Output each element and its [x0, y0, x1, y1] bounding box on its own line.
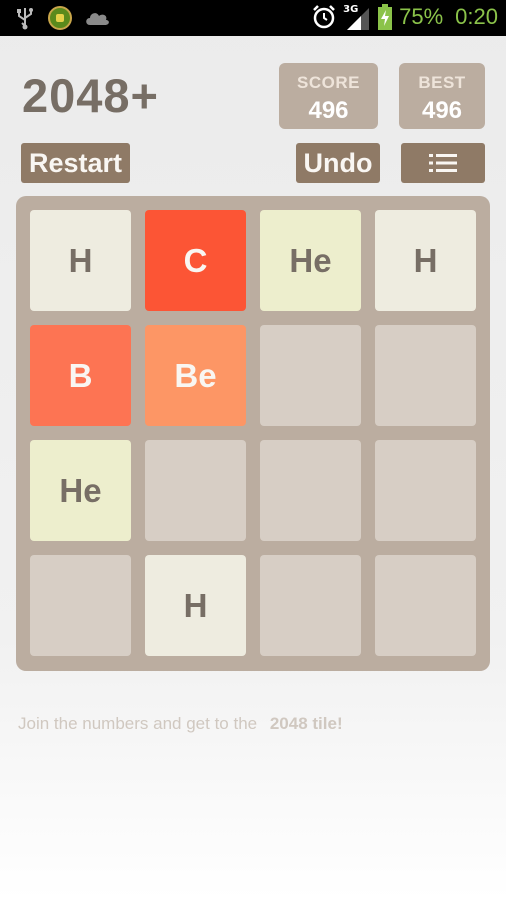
tile: Be — [145, 325, 246, 426]
instructions-main: Join the numbers and get to the — [18, 714, 258, 733]
empty-cell — [260, 325, 361, 426]
best-score-box: BEST 496 — [399, 63, 485, 129]
list-menu-icon — [429, 154, 457, 172]
tile: B — [30, 325, 131, 426]
instructions-highlight: 2048 tile! — [269, 714, 343, 733]
score-label: SCORE — [297, 73, 360, 92]
empty-cell — [375, 440, 476, 541]
empty-cell — [375, 555, 476, 656]
game-icon — [48, 6, 72, 30]
best-value: 496 — [421, 97, 463, 124]
undo-button[interactable]: Undo — [296, 143, 380, 183]
score-box: SCORE 496 — [279, 63, 378, 129]
game-board[interactable]: H C He H B Be He H — [16, 196, 490, 671]
tile: H — [375, 210, 476, 311]
game-title: 2048+ — [22, 69, 160, 122]
empty-cell — [30, 555, 131, 656]
tile: H — [145, 555, 246, 656]
tile: H — [30, 210, 131, 311]
tile: He — [260, 210, 361, 311]
status-bar-left — [14, 6, 110, 30]
status-bar-right: 3G 75% 0:20 — [311, 4, 498, 30]
restart-button[interactable]: Restart — [21, 143, 130, 183]
empty-cell — [260, 440, 361, 541]
empty-cell — [260, 555, 361, 656]
cloud-icon — [86, 13, 109, 25]
usb-icon — [17, 8, 33, 30]
instructions-text: Join the numbers and get to the 2048 til… — [18, 714, 343, 734]
menu-button[interactable] — [401, 143, 485, 183]
score-value: 496 — [308, 97, 349, 124]
tile: He — [30, 440, 131, 541]
battery-charging-icon — [378, 4, 393, 30]
battery-percent: 75% — [399, 4, 444, 29]
signal-icon: 3G — [343, 4, 371, 30]
best-label: BEST — [418, 73, 466, 92]
alarm-icon — [313, 5, 336, 29]
tile: C — [145, 210, 246, 311]
status-bar: 3G 75% 0:20 — [0, 0, 506, 36]
empty-cell — [145, 440, 246, 541]
empty-cell — [375, 325, 476, 426]
clock-time: 0:20 — [455, 4, 498, 29]
